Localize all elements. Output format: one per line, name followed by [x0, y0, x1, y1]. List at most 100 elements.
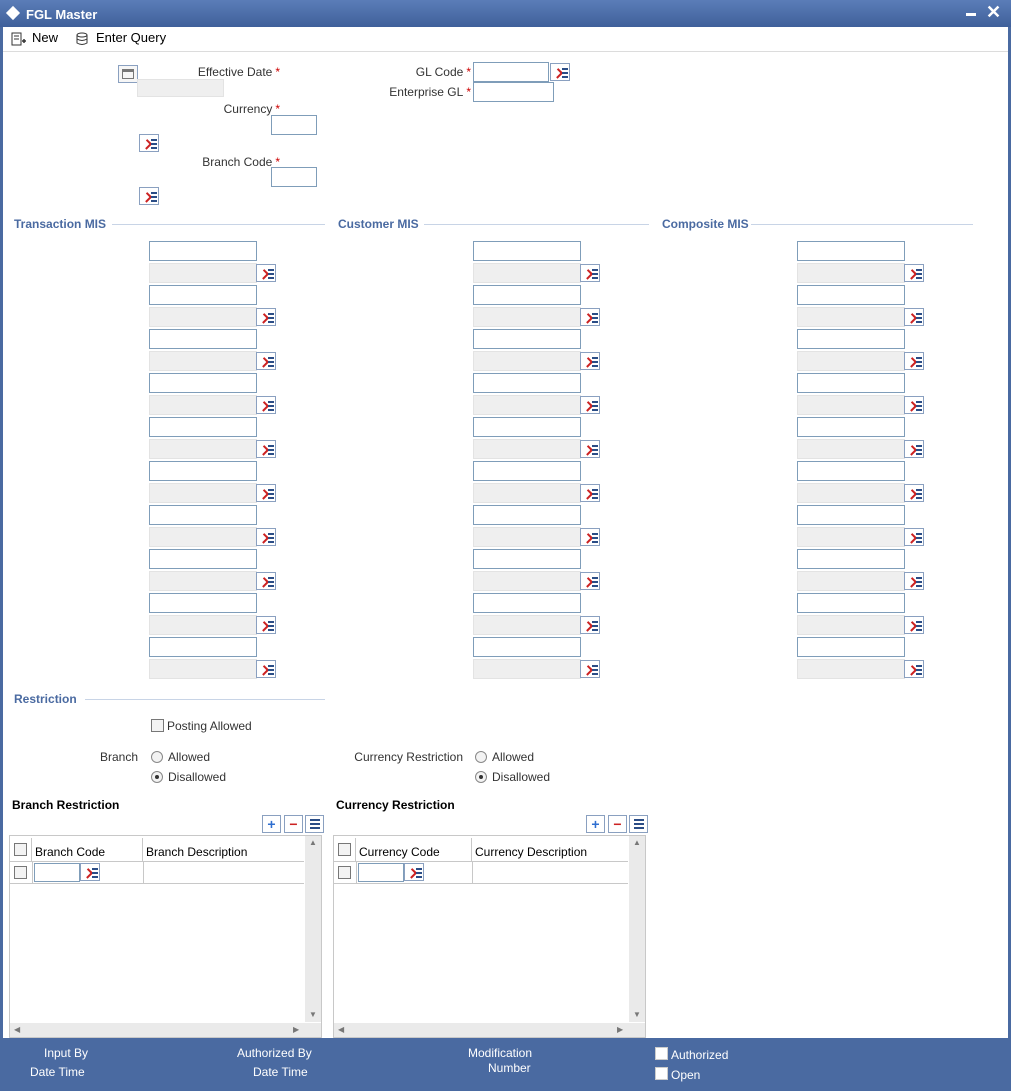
composite-mis-lov-icon[interactable]	[904, 572, 924, 590]
composite-mis-lov-icon[interactable]	[904, 308, 924, 326]
composite-mis-lov-icon[interactable]	[904, 660, 924, 678]
customer-mis-lov-icon[interactable]	[580, 484, 600, 502]
posting-allowed-checkbox[interactable]	[151, 719, 164, 732]
transaction-mis-lov-icon[interactable]	[256, 484, 276, 502]
customer-mis-code-field[interactable]	[473, 461, 581, 481]
branch-single-view-button[interactable]	[305, 815, 324, 833]
branch-code-lov-icon[interactable]	[139, 187, 159, 205]
currency-code-cell-input[interactable]	[358, 863, 404, 882]
new-button[interactable]: New	[11, 29, 58, 49]
customer-mis-code-field[interactable]	[473, 329, 581, 349]
currency-field[interactable]	[271, 115, 317, 135]
transaction-mis-code-field[interactable]	[149, 285, 257, 305]
composite-mis-code-field[interactable]	[797, 285, 905, 305]
branch-cell-lov-icon[interactable]	[80, 863, 100, 881]
customer-mis-code-field[interactable]	[473, 549, 581, 569]
composite-mis-lov-icon[interactable]	[904, 440, 924, 458]
row-checkbox[interactable]	[14, 866, 27, 879]
composite-mis-lov-icon[interactable]	[904, 264, 924, 282]
transaction-mis-lov-icon[interactable]	[256, 528, 276, 546]
transaction-mis-code-field[interactable]	[149, 549, 257, 569]
currency-lov-icon[interactable]	[139, 134, 159, 152]
row-checkbox[interactable]	[338, 866, 351, 879]
transaction-mis-lov-icon[interactable]	[256, 264, 276, 282]
composite-mis-description-field	[797, 483, 905, 503]
currency-add-row-button[interactable]: +	[586, 815, 605, 833]
branch-grid-vertical-scrollbar[interactable]: ▲ ▼	[305, 836, 321, 1022]
customer-mis-code-field[interactable]	[473, 637, 581, 657]
currency-single-view-button[interactable]	[629, 815, 648, 833]
composite-mis-lov-icon[interactable]	[904, 396, 924, 414]
customer-mis-code-field[interactable]	[473, 417, 581, 437]
customer-mis-code-field[interactable]	[473, 241, 581, 261]
customer-mis-lov-icon[interactable]	[580, 440, 600, 458]
transaction-mis-code-field[interactable]	[149, 329, 257, 349]
composite-mis-code-field[interactable]	[797, 637, 905, 657]
transaction-mis-lov-icon[interactable]	[256, 308, 276, 326]
currency-select-all-checkbox[interactable]	[338, 843, 351, 856]
customer-mis-lov-icon[interactable]	[580, 616, 600, 634]
customer-mis-lov-icon[interactable]	[580, 264, 600, 282]
customer-mis-code-field[interactable]	[473, 593, 581, 613]
customer-mis-lov-icon[interactable]	[580, 396, 600, 414]
composite-mis-lov-icon[interactable]	[904, 484, 924, 502]
transaction-mis-code-field[interactable]	[149, 373, 257, 393]
transaction-mis-lov-icon[interactable]	[256, 660, 276, 678]
composite-mis-code-field[interactable]	[797, 505, 905, 525]
gl-code-lov-icon[interactable]	[550, 63, 570, 81]
currency-grid-vertical-scrollbar[interactable]: ▲ ▼	[629, 836, 645, 1022]
currency-disallowed-radio[interactable]	[475, 771, 487, 783]
transaction-mis-lov-icon[interactable]	[256, 572, 276, 590]
branch-disallowed-radio[interactable]	[151, 771, 163, 783]
effective-date-field[interactable]	[137, 79, 224, 97]
branch-code-field[interactable]	[271, 167, 317, 187]
calendar-icon[interactable]	[118, 65, 138, 83]
customer-mis-lov-icon[interactable]	[580, 572, 600, 590]
customer-mis-code-field[interactable]	[473, 285, 581, 305]
customer-mis-lov-icon[interactable]	[580, 528, 600, 546]
branch-code-cell-input[interactable]	[34, 863, 80, 882]
composite-mis-code-field[interactable]	[797, 417, 905, 437]
minimize-icon[interactable]	[966, 13, 976, 16]
composite-mis-code-field[interactable]	[797, 549, 905, 569]
branch-select-all-checkbox[interactable]	[14, 843, 27, 856]
composite-mis-code-field[interactable]	[797, 329, 905, 349]
enter-query-button[interactable]: Enter Query	[75, 29, 166, 49]
customer-mis-lov-icon[interactable]	[580, 308, 600, 326]
composite-mis-lov-icon[interactable]	[904, 528, 924, 546]
composite-mis-code-field[interactable]	[797, 373, 905, 393]
transaction-mis-code-field[interactable]	[149, 637, 257, 657]
gl-code-field[interactable]	[473, 62, 549, 82]
branch-delete-row-button[interactable]: −	[284, 815, 303, 833]
transaction-mis-code-field[interactable]	[149, 417, 257, 437]
composite-mis-code-field[interactable]	[797, 593, 905, 613]
close-icon[interactable]: ✕	[986, 2, 1001, 22]
transaction-mis-lov-icon[interactable]	[256, 396, 276, 414]
branch-grid-horizontal-scrollbar[interactable]: ◀ ▶	[10, 1023, 321, 1037]
authorized-checkbox[interactable]	[655, 1047, 668, 1060]
currency-grid-horizontal-scrollbar[interactable]: ◀ ▶	[334, 1023, 645, 1037]
customer-mis-lov-icon[interactable]	[580, 352, 600, 370]
transaction-mis-code-field[interactable]	[149, 505, 257, 525]
transaction-mis-code-field[interactable]	[149, 593, 257, 613]
composite-mis-lov-icon[interactable]	[904, 616, 924, 634]
currency-cell-lov-icon[interactable]	[404, 863, 424, 881]
transaction-mis-lov-icon[interactable]	[256, 616, 276, 634]
transaction-mis-code-field[interactable]	[149, 241, 257, 261]
customer-mis-code-field[interactable]	[473, 373, 581, 393]
composite-mis-lov-icon[interactable]	[904, 352, 924, 370]
transaction-mis-lov-icon[interactable]	[256, 440, 276, 458]
branch-add-row-button[interactable]: +	[262, 815, 281, 833]
transaction-mis-lov-icon[interactable]	[256, 352, 276, 370]
transaction-mis-code-field[interactable]	[149, 461, 257, 481]
open-checkbox[interactable]	[655, 1067, 668, 1080]
enterprise-gl-field[interactable]	[473, 82, 554, 102]
customer-mis-lov-icon[interactable]	[580, 660, 600, 678]
branch-allowed-radio[interactable]	[151, 751, 163, 763]
currency-allowed-label: Allowed	[492, 750, 535, 764]
customer-mis-code-field[interactable]	[473, 505, 581, 525]
composite-mis-code-field[interactable]	[797, 241, 905, 261]
composite-mis-code-field[interactable]	[797, 461, 905, 481]
currency-allowed-radio[interactable]	[475, 751, 487, 763]
currency-delete-row-button[interactable]: −	[608, 815, 627, 833]
